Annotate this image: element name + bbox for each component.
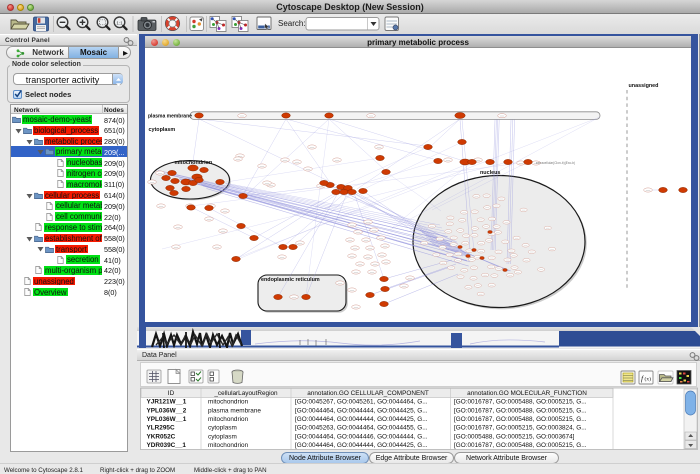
svg-text:(x): (x) <box>645 376 652 383</box>
svg-text:[GO:0045267, GO:0045261, GO:00: [GO:0045267, GO:0045261, GO:0044464, G..… <box>295 399 428 406</box>
svg-text:cytoplasm: cytoplasm <box>208 433 237 440</box>
svg-text:cytoplasm: cytoplasm <box>149 127 176 133</box>
svg-text:[GO:0016787, GO:0005488, GO:00: [GO:0016787, GO:0005488, GO:0005215, G..… <box>454 399 587 406</box>
svg-text:annotation.GO MOLECULAR_FUNCTI: annotation.GO MOLECULAR_FUNCTION <box>467 390 587 397</box>
svg-text:plasma membrane: plasma membrane <box>148 113 192 119</box>
svg-text:YJR121W__1: YJR121W__1 <box>147 399 187 406</box>
svg-text:cytoplasm: cytoplasm <box>208 425 237 432</box>
svg-text:[GO:0016787, GO:0005488, GO:00: [GO:0016787, GO:0005488, GO:0005215, G..… <box>454 416 587 423</box>
svg-text:mitochondrion: mitochondrion <box>208 399 249 406</box>
svg-text:annotation.GO CELLULAR_COMPONE: annotation.GO CELLULAR_COMPONENT <box>307 390 429 397</box>
svg-text:plasma membrane: plasma membrane <box>208 407 261 414</box>
svg-text:[GO:0044464, GO:0044446, GO:00: [GO:0044464, GO:0044446, GO:0044444, G..… <box>295 433 428 440</box>
svg-text:mitochondrion: mitochondrion <box>175 160 213 166</box>
svg-text:YKR052C: YKR052C <box>147 433 176 440</box>
svg-text:[GO:0016787, GO:0005488, GO:00: [GO:0016787, GO:0005488, GO:0005215, G..… <box>454 407 587 414</box>
svg-text:Search:: Search: <box>278 19 306 28</box>
svg-text:YDR039C__1: YDR039C__1 <box>147 442 187 449</box>
svg-text:YLR295C: YLR295C <box>147 425 175 432</box>
svg-text:nucleus: nucleus <box>480 170 500 176</box>
svg-text:1:1: 1:1 <box>116 20 123 25</box>
svg-text:extracellular(Clon-b)(Exo-b): extracellular(Clon-b)(Exo-b) <box>536 161 575 165</box>
svg-text:endoplasmic reticulum: endoplasmic reticulum <box>261 277 320 283</box>
svg-text:mitochondrion: mitochondrion <box>208 416 249 423</box>
svg-text:mitochondrion: mitochondrion <box>208 442 249 449</box>
svg-text:[GO:0016787, GO:0005215, GO:00: [GO:0016787, GO:0005215, GO:0003824, G..… <box>454 425 587 432</box>
svg-text:[GO:0044464, GO:0044444, GO:00: [GO:0044464, GO:0044444, GO:0044425, G..… <box>295 442 428 449</box>
svg-text:YPL036W__2: YPL036W__2 <box>147 407 187 414</box>
svg-text:_cellularLayoutRegion: _cellularLayoutRegion <box>213 390 278 397</box>
svg-text:[GO:0044464, GO:0044444, GO:00: [GO:0044464, GO:0044444, GO:0044425, G..… <box>295 407 428 414</box>
svg-text:[GO:0045263, GO:0044464, GO:00: [GO:0045263, GO:0044464, GO:0044455, G..… <box>295 425 428 432</box>
svg-text:ID: ID <box>168 390 175 397</box>
svg-text:YPL036W__1: YPL036W__1 <box>147 416 187 423</box>
svg-text:[GO:0016787, GO:0005488, GO:00: [GO:0016787, GO:0005488, GO:0005215, G..… <box>454 442 587 449</box>
svg-text:[GO:0005488, GO:0005215, GO:00: [GO:0005488, GO:0005215, GO:0003674] <box>454 433 575 440</box>
svg-text:unassigned: unassigned <box>629 83 659 89</box>
svg-text:[GO:0044464, GO:0044444, GO:00: [GO:0044464, GO:0044444, GO:0044425, G..… <box>295 416 428 423</box>
